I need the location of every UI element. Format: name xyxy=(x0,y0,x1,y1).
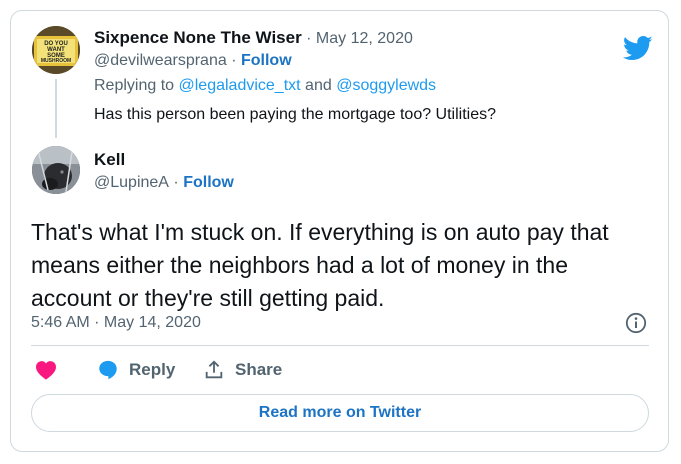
twitter-logo-icon[interactable] xyxy=(623,36,653,61)
main-avatar-image xyxy=(32,146,80,194)
replying-and: and xyxy=(305,77,332,94)
share-label: Share xyxy=(235,360,283,379)
avatar-text-4: MUSHROOM xyxy=(41,58,71,64)
parent-author-name[interactable]: Sixpence None The Wiser xyxy=(94,28,302,47)
heart-icon xyxy=(36,361,56,380)
tweet-embed-card: DO YOU WANT SOME MUSHROOM Sixpence None … xyxy=(10,10,669,452)
main-handle[interactable]: @LupineA xyxy=(94,174,169,191)
parent-avatar[interactable]: DO YOU WANT SOME MUSHROOM xyxy=(32,26,80,74)
main-handle-row: @LupineA · Follow xyxy=(94,174,234,192)
share-button[interactable]: Share xyxy=(203,359,282,381)
parent-tweet-text: Has this person been paying the mortgage… xyxy=(94,106,497,123)
replying-prefix: Replying to xyxy=(94,77,175,94)
like-button[interactable] xyxy=(35,360,57,380)
main-tweet-text: That's what I'm stuck on. If everything … xyxy=(31,219,609,311)
replying-to-link-2[interactable]: @soggylewds xyxy=(336,77,436,94)
read-more-button[interactable]: Read more on Twitter xyxy=(31,394,649,432)
reply-label: Reply xyxy=(129,360,176,379)
main-avatar[interactable] xyxy=(32,146,80,194)
parent-handle-row: @devilwearsprana · Follow xyxy=(94,52,292,70)
main-author-name[interactable]: Kell xyxy=(94,150,125,170)
reply-button[interactable]: Reply xyxy=(97,359,175,381)
thread-connector-line xyxy=(55,79,57,138)
replying-to-row: Replying to @legaladvice_txt and @soggyl… xyxy=(94,77,436,95)
parent-date[interactable]: May 12, 2020 xyxy=(316,30,413,47)
main-handle-separator: · xyxy=(173,174,184,191)
handle-separator: · xyxy=(231,52,241,69)
header-separator: · xyxy=(306,30,316,47)
tweet-timestamp[interactable]: 5:46 AM · May 14, 2020 xyxy=(31,314,201,332)
share-icon xyxy=(205,360,223,379)
parent-header: Sixpence None The Wiser · May 12, 2020 xyxy=(94,28,413,48)
actions-divider xyxy=(31,345,649,346)
info-icon[interactable] xyxy=(625,312,647,334)
replying-to-link-1[interactable]: @legaladvice_txt xyxy=(179,77,301,94)
reply-bubble-icon xyxy=(99,360,117,380)
main-follow-link[interactable]: Follow xyxy=(183,174,234,191)
parent-handle[interactable]: @devilwearsprana xyxy=(94,52,227,69)
parent-avatar-image: DO YOU WANT SOME MUSHROOM xyxy=(32,26,80,74)
parent-follow-link[interactable]: Follow xyxy=(241,52,292,69)
